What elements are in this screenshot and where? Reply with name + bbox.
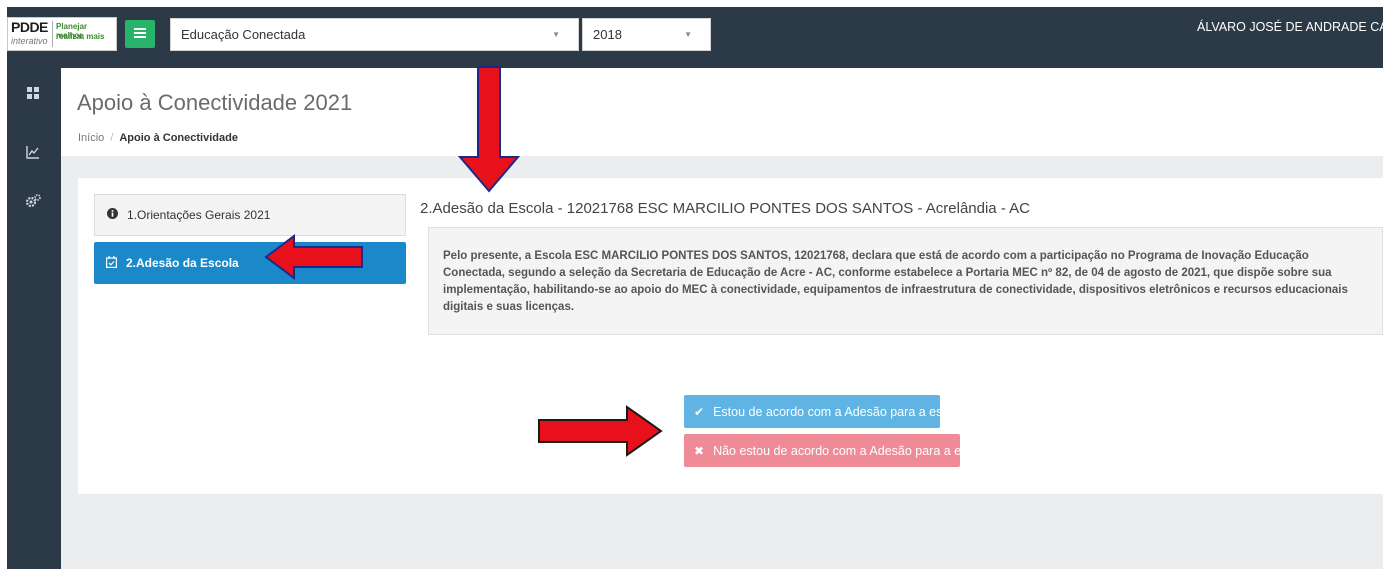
hamburger-icon <box>134 25 146 43</box>
caret-down-icon: ▼ <box>684 30 692 39</box>
content-card: 1.Orientações Gerais 2021 2.Adesão da Es… <box>78 178 1383 494</box>
year-select-value: 2018 <box>593 27 622 42</box>
program-select-value: Educação Conectada <box>181 27 306 42</box>
sidebar <box>7 68 61 569</box>
check-icon: ✔ <box>694 404 705 419</box>
top-bar: PDDE interativo Planejar melhor, realiza… <box>7 7 1383 68</box>
logo-divider <box>52 21 53 47</box>
logo-sub: interativo <box>11 36 48 46</box>
breadcrumb-separator: / <box>110 132 114 144</box>
adhesion-statement-panel: Pelo presente, a Escola ESC MARCILIO PON… <box>428 227 1383 335</box>
logo-brand: PDDE <box>11 19 48 35</box>
program-select[interactable]: Educação Conectada ▼ <box>170 18 579 51</box>
accept-adhesion-label: Estou de acordo com a Adesão para a esco… <box>713 404 966 419</box>
section-title: 2.Adesão da Escola - 12021768 ESC MARCIL… <box>420 200 1030 217</box>
info-circle-icon <box>107 208 118 222</box>
page-title: Apoio à Conectividade 2021 <box>77 90 353 115</box>
step-orientacoes-gerais[interactable]: 1.Orientações Gerais 2021 <box>94 194 406 236</box>
pdde-logo[interactable]: PDDE interativo Planejar melhor, realiza… <box>7 17 117 51</box>
menu-toggle-button[interactable] <box>125 20 155 48</box>
annotation-arrow-down <box>457 66 521 193</box>
chart-line-icon[interactable] <box>24 143 42 161</box>
calendar-check-icon <box>106 255 118 271</box>
breadcrumb: Início / Apoio à Conectividade <box>78 132 238 144</box>
adhesion-statement-text: Pelo presente, a Escola ESC MARCILIO PON… <box>443 250 1348 313</box>
close-icon: ✖ <box>694 443 705 458</box>
breadcrumb-current: Apoio à Conectividade <box>119 132 238 144</box>
logo-slogan-line2: realizar mais <box>56 32 105 41</box>
year-select[interactable]: 2018 ▼ <box>582 18 711 51</box>
user-name[interactable]: ÁLVARO JOSÉ DE ANDRADE CAR <box>1197 20 1383 34</box>
gears-icon[interactable] <box>24 192 42 210</box>
page-header: Apoio à Conectividade 2021 Início / Apoio … <box>61 68 1383 156</box>
annotation-arrow-left <box>264 234 363 280</box>
accept-adhesion-button[interactable]: ✔ Estou de acordo com a Adesão para a es… <box>684 395 965 428</box>
dashboard-icon[interactable] <box>24 84 42 102</box>
reject-adhesion-button[interactable]: ✖ Não estou de acordo com a Adesão para … <box>684 434 990 467</box>
reject-adhesion-label: Não estou de acordo com a Adesão para a … <box>713 443 991 458</box>
step-label: 2.Adesão da Escola <box>126 256 239 270</box>
step-label: 1.Orientações Gerais 2021 <box>127 208 271 222</box>
breadcrumb-home-link[interactable]: Início <box>78 132 104 144</box>
caret-down-icon: ▼ <box>552 30 560 39</box>
app-frame: PDDE interativo Planejar melhor, realiza… <box>7 7 1383 569</box>
annotation-arrow-right <box>538 405 663 457</box>
